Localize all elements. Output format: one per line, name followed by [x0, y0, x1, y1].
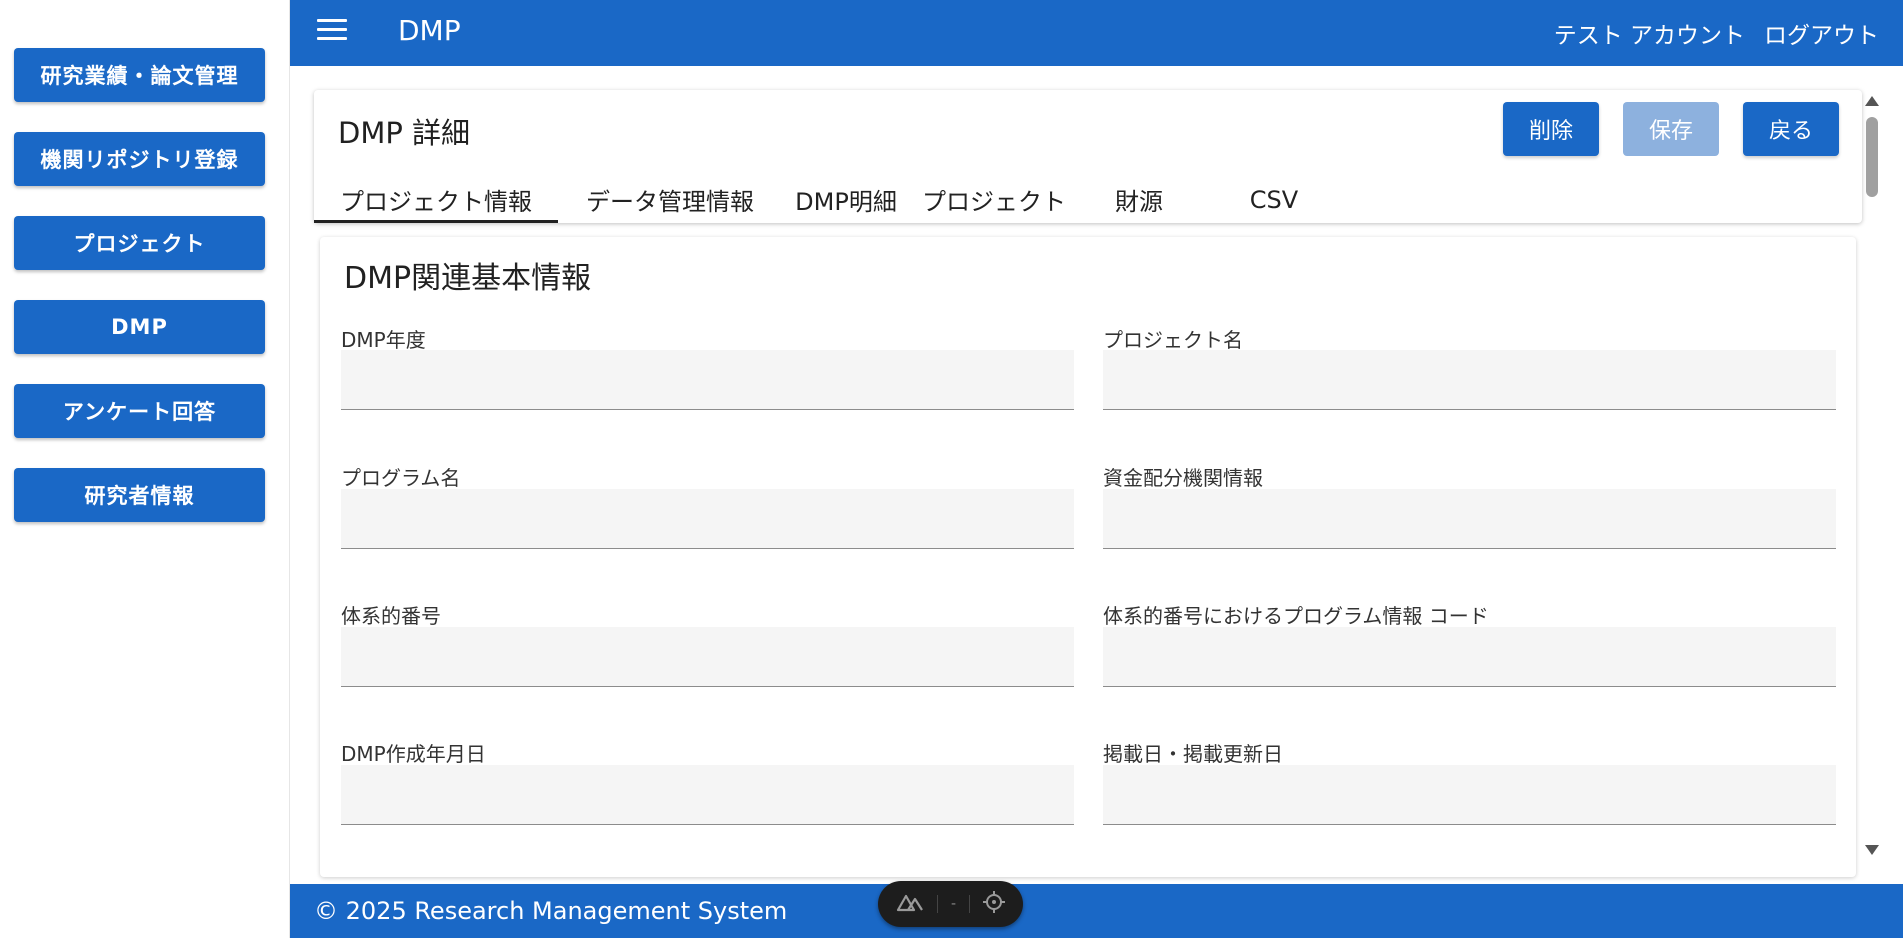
dev-toolbar: -: [878, 881, 1023, 927]
published-date-input[interactable]: [1103, 765, 1836, 825]
app-header: DMP テスト アカウント ログアウト: [290, 0, 1903, 66]
field-label-published-date: 掲載日・掲載更新日: [1103, 742, 1283, 766]
save-button[interactable]: 保存: [1623, 102, 1719, 156]
tab-bar: プロジェクト情報 データ管理情報 DMP明細 プロジェクト 財源 CSV: [314, 176, 1348, 223]
logout-button[interactable]: ログアウト: [1764, 16, 1879, 50]
tab-funding[interactable]: 財源: [1078, 176, 1200, 223]
delete-button[interactable]: 削除: [1503, 102, 1599, 156]
systematic-number-input[interactable]: [341, 627, 1074, 687]
tab-dmp-details[interactable]: DMP明細: [782, 176, 910, 223]
field-label-dmp-year: DMP年度: [341, 328, 426, 352]
field-label-funding-agency: 資金配分機関情報: [1103, 466, 1263, 490]
field-label-program-name: プログラム名: [341, 466, 461, 490]
sidebar-item-survey[interactable]: アンケート回答: [14, 384, 265, 438]
tab-project[interactable]: プロジェクト: [910, 176, 1078, 223]
app-title: DMP: [398, 14, 461, 47]
nuxt-logo-icon[interactable]: [896, 892, 924, 916]
program-name-input[interactable]: [341, 489, 1074, 549]
scroll-up-arrow-icon[interactable]: [1865, 96, 1879, 106]
dmp-created-date-input[interactable]: [341, 765, 1074, 825]
detail-card: DMP 詳細 削除 保存 戻る プロジェクト情報 データ管理情報 DMP明細 プ…: [314, 90, 1862, 223]
sidebar-item-researcher-info[interactable]: 研究者情報: [14, 468, 265, 522]
funding-agency-input[interactable]: [1103, 489, 1836, 549]
project-name-input[interactable]: [1103, 350, 1836, 410]
crosshair-icon[interactable]: [982, 891, 1005, 917]
section-title: DMP関連基本情報: [344, 261, 592, 296]
account-name[interactable]: テスト アカウント: [1554, 16, 1745, 50]
field-label-program-code: 体系的番号におけるプログラム情報 コード: [1103, 604, 1489, 628]
tab-csv[interactable]: CSV: [1200, 176, 1348, 223]
menu-icon[interactable]: [317, 19, 347, 41]
sidebar-item-institutional-repository[interactable]: 機関リポジトリ登録: [14, 132, 265, 186]
field-label-systematic-number: 体系的番号: [341, 604, 441, 628]
sidebar-item-dmp[interactable]: DMP: [14, 300, 265, 354]
dmp-year-input[interactable]: [341, 350, 1074, 410]
field-label-project-name: プロジェクト名: [1103, 328, 1243, 352]
scrollbar-thumb[interactable]: [1866, 117, 1878, 197]
sidebar-item-project[interactable]: プロジェクト: [14, 216, 265, 270]
sidebar: 研究業績・論文管理 機関リポジトリ登録 プロジェクト DMP アンケート回答 研…: [0, 0, 290, 938]
copyright-text: © 2025 Research Management System: [314, 897, 788, 925]
program-code-input[interactable]: [1103, 627, 1836, 687]
app-footer: © 2025 Research Management System: [290, 884, 1903, 938]
dev-toolbar-status: -: [950, 896, 957, 912]
dmp-basic-info-section: DMP関連基本情報 DMP年度 プロジェクト名 プログラム名 資金配分機関情報 …: [320, 237, 1856, 877]
scroll-down-arrow-icon[interactable]: [1865, 845, 1879, 855]
tab-project-info[interactable]: プロジェクト情報: [314, 176, 558, 223]
sidebar-item-research-papers[interactable]: 研究業績・論文管理: [14, 48, 265, 102]
page-title: DMP 詳細: [338, 116, 471, 150]
field-label-dmp-created-date: DMP作成年月日: [341, 742, 486, 766]
back-button[interactable]: 戻る: [1743, 102, 1839, 156]
tab-data-management[interactable]: データ管理情報: [558, 176, 782, 223]
